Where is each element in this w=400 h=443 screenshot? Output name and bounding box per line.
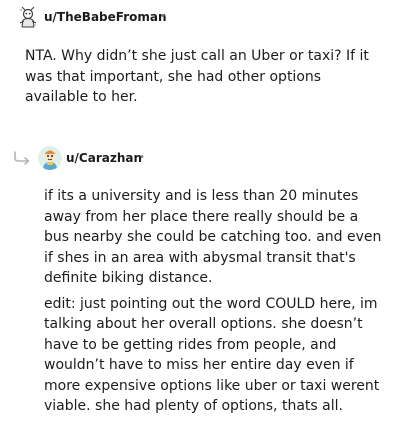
separator-dot: •: [139, 152, 145, 163]
comment-paragraph: edit: just pointing out the word COULD h…: [44, 295, 380, 415]
snoo-avatar-icon[interactable]: [38, 146, 62, 170]
comment-body: if its a university and is less than 20 …: [44, 186, 382, 422]
separator-dot: •: [160, 11, 166, 22]
snoo-avatar-icon[interactable]: [16, 5, 40, 29]
comment-header: u/Carazhan •: [0, 140, 400, 174]
comment-carazhan: u/Carazhan •: [0, 140, 400, 174]
comment-thebabefroman: u/TheBabeFroman • NTA. Why didn’t she ju…: [0, 0, 400, 105]
comment-header: u/TheBabeFroman •: [0, 0, 400, 34]
username-link[interactable]: u/Carazhan: [66, 150, 142, 166]
username-link[interactable]: u/TheBabeFroman: [44, 9, 167, 25]
comment-paragraph: if its a university and is less than 20 …: [44, 188, 382, 286]
comment-paragraph: NTA. Why didn’t she just call an Uber or…: [25, 48, 369, 105]
comment-body: NTA. Why didn’t she just call an Uber or…: [25, 46, 380, 113]
